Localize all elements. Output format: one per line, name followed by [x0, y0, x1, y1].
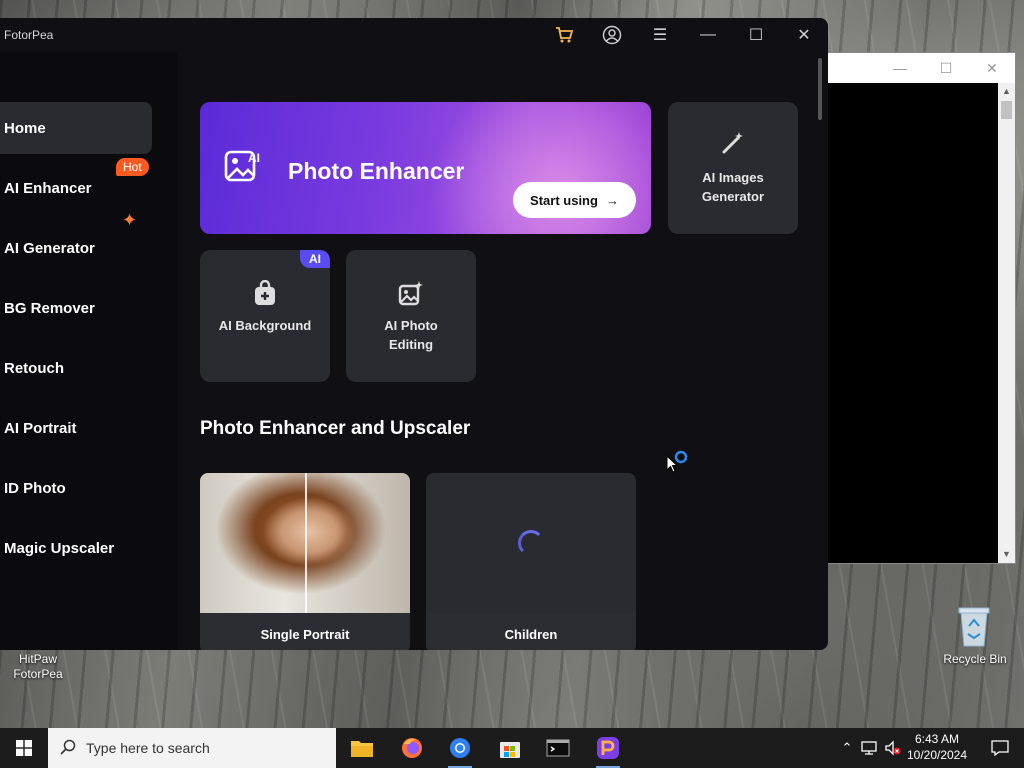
sparkle-icon: ✦	[122, 210, 138, 230]
tray-chevron-icon[interactable]: ⌃	[836, 728, 858, 768]
maximize-icon[interactable]: ☐	[732, 18, 780, 52]
bag-icon	[200, 279, 330, 309]
chrome-icon[interactable]	[436, 728, 484, 768]
taskbar-clock[interactable]: 6:43 AM 10/20/2024	[900, 731, 974, 763]
desktop-shortcut-label: HitPaw FotorPea	[13, 652, 63, 681]
photo-enhancer-banner[interactable]: AI Photo Enhancer Start using →	[200, 102, 651, 234]
sidebar-item-ai-portrait[interactable]: AI Portrait	[0, 402, 152, 454]
children-image-placeholder	[426, 473, 636, 613]
loading-spinner-icon	[518, 530, 544, 556]
start-using-label: Start using	[530, 192, 598, 208]
maximize-icon[interactable]: ☐	[923, 60, 969, 77]
sidebar-item-retouch[interactable]: Retouch	[0, 342, 152, 394]
app-title: FotorPea	[4, 28, 54, 42]
busy-cursor-icon	[666, 450, 690, 483]
sidebar-item-label: AI Generator	[4, 239, 95, 257]
app-titlebar[interactable]: FotorPea ☰ — ☐ ✕	[0, 18, 828, 52]
tile-label: AI Images Generator	[701, 170, 765, 204]
clock-time: 6:43 AM	[914, 732, 960, 746]
main-scrollbar[interactable]	[818, 58, 822, 120]
fotorpea-taskbar-icon[interactable]	[584, 728, 632, 768]
background-window-scrollbar[interactable]: ▲ ▼	[998, 83, 1015, 563]
fotorpea-window: FotorPea ☰ — ☐ ✕ Home AI Enhancer AI Gen…	[0, 18, 828, 650]
account-icon[interactable]	[588, 18, 636, 52]
close-icon[interactable]: ✕	[969, 60, 1015, 77]
tile-ai-images-generator[interactable]: AI Images Generator	[668, 102, 798, 234]
tile-ai-photo-editing[interactable]: AI Photo Editing	[346, 250, 476, 382]
sidebar-item-label: Magic Upscaler	[4, 539, 115, 557]
recycle-bin-label: Recycle Bin	[943, 652, 1007, 666]
menu-icon[interactable]: ☰	[636, 18, 684, 52]
sidebar: Home AI Enhancer AI Generator BG Remover…	[0, 52, 178, 650]
close-icon[interactable]: ✕	[780, 18, 828, 52]
recycle-bin-icon[interactable]	[955, 604, 993, 648]
scroll-down-icon[interactable]: ▼	[998, 546, 1015, 563]
desktop-shortcut-fotorpea[interactable]: HitPaw FotorPea	[6, 652, 70, 682]
sidebar-item-label: Retouch	[4, 359, 64, 377]
card-label: Children	[426, 613, 636, 650]
sidebar-item-bg-remover[interactable]: BG Remover	[0, 282, 152, 334]
scroll-up-icon[interactable]: ▲	[998, 83, 1015, 100]
tile-label: AI Photo Editing	[384, 318, 438, 352]
taskbar: Type here to search ⌃ 6:43 AM 10/20/2024	[0, 728, 1024, 768]
comparison-divider[interactable]	[305, 473, 307, 613]
background-window-titlebar[interactable]: — ☐ ✕	[821, 53, 1015, 83]
microsoft-store-icon[interactable]	[486, 728, 534, 768]
photo-edit-icon	[346, 280, 476, 309]
tile-label: AI Background	[218, 318, 312, 333]
section-title: Photo Enhancer and Upscaler	[200, 418, 471, 439]
sidebar-item-id-photo[interactable]: ID Photo	[0, 462, 152, 514]
sidebar-item-label: Home	[4, 119, 46, 137]
scroll-thumb[interactable]	[1001, 101, 1012, 119]
ai-badge: AI	[300, 250, 330, 268]
tile-ai-background[interactable]: AI AI Background	[200, 250, 330, 382]
taskbar-search-box[interactable]: Type here to search	[48, 728, 336, 768]
magic-wand-icon	[668, 130, 798, 159]
search-icon	[60, 739, 76, 758]
hot-badge: Hot	[116, 158, 149, 176]
sidebar-item-magic-upscaler[interactable]: Magic Upscaler	[0, 522, 152, 574]
minimize-icon[interactable]: —	[877, 60, 923, 76]
sidebar-item-home[interactable]: Home	[0, 102, 152, 154]
terminal-icon[interactable]	[534, 728, 582, 768]
windows-start-icon[interactable]	[0, 728, 48, 768]
network-icon[interactable]	[860, 728, 880, 768]
sidebar-item-label: BG Remover	[4, 299, 95, 317]
main-content: AI Photo Enhancer Start using → AI Image…	[178, 52, 828, 650]
search-placeholder: Type here to search	[86, 740, 210, 756]
card-children[interactable]: Children	[426, 473, 636, 650]
cart-icon[interactable]	[540, 18, 588, 52]
sidebar-item-label: AI Enhancer	[4, 179, 92, 197]
arrow-right-icon: →	[605, 192, 619, 208]
sidebar-item-label: AI Portrait	[4, 419, 77, 437]
firefox-icon[interactable]	[388, 728, 436, 768]
image-ai-icon: AI	[224, 148, 262, 184]
minimize-icon[interactable]: —	[684, 18, 732, 52]
card-label: Single Portrait	[200, 613, 410, 650]
start-using-button[interactable]: Start using →	[513, 182, 636, 218]
file-explorer-icon[interactable]	[338, 728, 386, 768]
clock-date: 10/20/2024	[906, 748, 968, 762]
notifications-icon[interactable]	[980, 728, 1020, 768]
sidebar-item-label: ID Photo	[4, 479, 66, 497]
hero-title: Photo Enhancer	[288, 158, 465, 184]
card-single-portrait[interactable]: Single Portrait	[200, 473, 410, 650]
svg-text:AI: AI	[248, 151, 260, 165]
background-window[interactable]: — ☐ ✕ ▲ ▼	[820, 52, 1016, 564]
